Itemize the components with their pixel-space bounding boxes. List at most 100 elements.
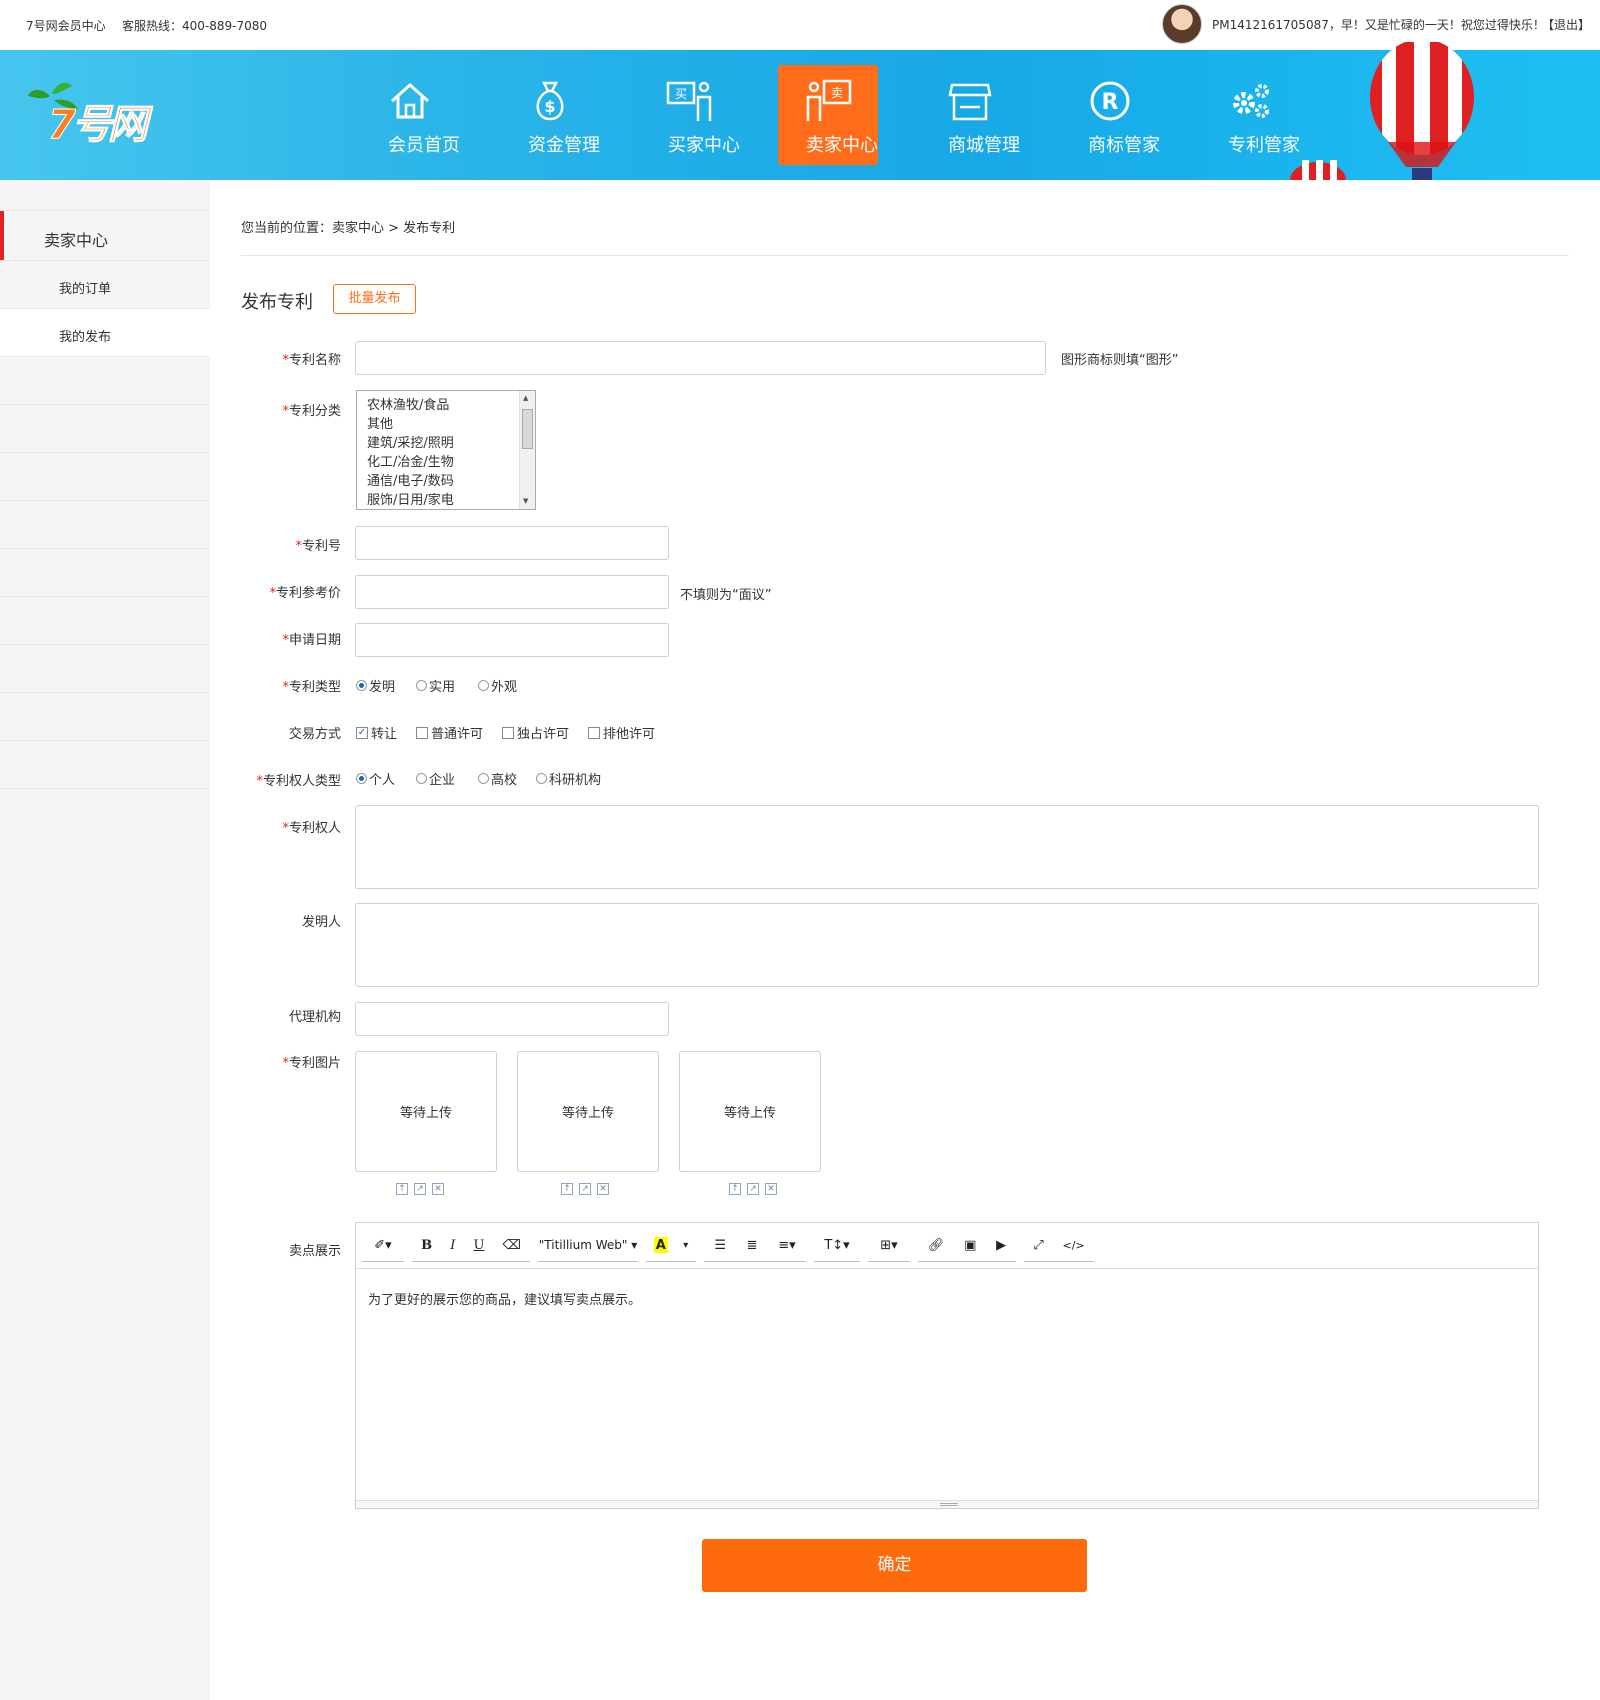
site-logo[interactable]: 7号网 — [28, 78, 188, 148]
checkbox[interactable] — [502, 727, 514, 739]
radio-button[interactable] — [416, 680, 427, 691]
nav-item-member-home[interactable]: 会员首页 — [360, 65, 460, 165]
line-height-icon[interactable]: T↕▾ — [824, 1231, 849, 1259]
checkbox-trade-general-license[interactable]: 普通许可 — [416, 723, 483, 742]
scrollbar-thumb[interactable] — [522, 409, 533, 449]
sidebar-empty-row — [0, 692, 210, 740]
table-icon[interactable]: ⊞▾ — [880, 1231, 897, 1259]
checkbox-trade-transfer[interactable]: ✓转让 — [356, 723, 397, 742]
upload-slot-2-actions: ↑ ↗ ✕ — [561, 1183, 609, 1195]
open-icon[interactable]: ↗ — [579, 1183, 591, 1195]
radio-type-invention[interactable]: 发明 — [356, 676, 395, 695]
sidebar-header[interactable]: 卖家中心 — [0, 210, 210, 260]
radio-owner-research-institute[interactable]: 科研机构 — [536, 769, 601, 788]
image-upload-slot-3[interactable]: 等待上传 — [679, 1051, 821, 1172]
font-family-dropdown[interactable]: "Titillium Web" ▾ — [539, 1231, 638, 1259]
underline-button[interactable]: U — [473, 1231, 484, 1259]
category-option[interactable]: 其他 — [367, 415, 454, 434]
radio-button[interactable] — [478, 773, 489, 784]
fullscreen-icon[interactable]: ⤢ — [1033, 1231, 1043, 1259]
category-options[interactable]: 农林渔牧/食品 其他 建筑/采挖/照明 化工/冶金/生物 通信/电子/数码 服饰… — [367, 396, 454, 510]
italic-button[interactable]: I — [450, 1231, 455, 1259]
open-icon[interactable]: ↗ — [747, 1183, 759, 1195]
align-icon[interactable]: ≡▾ — [778, 1231, 795, 1259]
sidebar-item-my-orders[interactable]: 我的订单 — [0, 260, 210, 308]
category-option[interactable]: 建筑/采挖/照明 — [367, 434, 454, 453]
radio-button[interactable] — [416, 773, 427, 784]
avatar[interactable] — [1162, 4, 1202, 44]
radio-button[interactable] — [478, 680, 489, 691]
listbox-scrollbar[interactable]: ▲ ▼ — [519, 391, 535, 509]
patent-owner-textarea[interactable] — [355, 805, 1539, 889]
magic-wand-icon[interactable]: ✐▾ — [362, 1231, 404, 1259]
editor-resize-bar[interactable] — [356, 1500, 1538, 1508]
application-date-input[interactable] — [355, 623, 669, 657]
bullet-list-icon[interactable]: ☰ — [714, 1231, 726, 1259]
svg-text:卖: 卖 — [831, 86, 843, 100]
store-icon — [946, 77, 994, 125]
category-option[interactable]: 服饰/日用/家电 — [367, 491, 454, 510]
category-option[interactable]: 农林渔牧/食品 — [367, 396, 454, 415]
checkbox[interactable] — [588, 727, 600, 739]
patent-price-input[interactable] — [355, 575, 669, 609]
upload-icon[interactable]: ↑ — [561, 1183, 573, 1195]
code-view-icon[interactable]: </> — [1062, 1231, 1084, 1259]
patent-name-input[interactable] — [355, 341, 1046, 375]
patent-number-input[interactable] — [355, 526, 669, 560]
delete-icon[interactable]: ✕ — [597, 1183, 609, 1195]
logout-link[interactable]: 【退出】 — [1542, 16, 1590, 33]
numbered-list-icon[interactable]: ≣ — [747, 1231, 758, 1259]
batch-publish-button[interactable]: 批量发布 — [333, 284, 416, 314]
scroll-up-arrow-icon[interactable]: ▲ — [523, 394, 528, 402]
toolbar-group-paragraph: ☰ ≣ ≡▾ — [704, 1230, 806, 1262]
image-upload-slot-1[interactable]: 等待上传 — [355, 1051, 497, 1172]
chevron-down-icon[interactable]: ▾ — [683, 1231, 688, 1259]
patent-category-listbox[interactable]: 农林渔牧/食品 其他 建筑/采挖/照明 化工/冶金/生物 通信/电子/数码 服饰… — [356, 390, 536, 510]
upload-icon[interactable]: ↑ — [729, 1183, 741, 1195]
radio-button[interactable] — [356, 773, 367, 784]
hot-air-balloon-icon — [1360, 42, 1490, 182]
inventor-textarea[interactable] — [355, 903, 1539, 987]
resize-handle-icon[interactable] — [940, 1503, 958, 1506]
link-icon[interactable]: 🔗︎ — [928, 1231, 945, 1259]
toolbar-group-table: ⊞▾ — [868, 1230, 910, 1262]
nav-item-funds[interactable]: $ 资金管理 — [500, 65, 600, 165]
radio-button[interactable] — [356, 680, 367, 691]
checkbox-trade-exclusive-license[interactable]: 独占许可 — [502, 723, 569, 742]
video-icon[interactable]: ▶ — [996, 1231, 1006, 1259]
image-upload-slot-2[interactable]: 等待上传 — [517, 1051, 659, 1172]
radio-owner-enterprise[interactable]: 企业 — [416, 769, 455, 788]
bold-button[interactable]: B — [421, 1231, 432, 1259]
nav-item-buyer-center[interactable]: 买 买家中心 — [640, 65, 740, 165]
open-icon[interactable]: ↗ — [414, 1183, 426, 1195]
delete-icon[interactable]: ✕ — [432, 1183, 444, 1195]
sidebar-empty-row — [0, 596, 210, 644]
nav-item-seller-center[interactable]: 卖 卖家中心 — [778, 65, 878, 165]
radio-owner-university[interactable]: 高校 — [478, 769, 517, 788]
checkbox[interactable] — [416, 727, 428, 739]
checkbox-trade-sole-license[interactable]: 排他许可 — [588, 723, 655, 742]
font-color-button[interactable]: A — [654, 1237, 668, 1253]
nav-item-store-manage[interactable]: 商城管理 — [920, 65, 1020, 165]
radio-button[interactable] — [536, 773, 547, 784]
agency-input[interactable] — [355, 1002, 669, 1036]
hotline: 客服热线：400-889-7080 — [122, 17, 267, 34]
image-icon[interactable]: ▣ — [964, 1231, 976, 1259]
category-option[interactable]: 通信/电子/数码 — [367, 472, 454, 491]
upload-icon[interactable]: ↑ — [396, 1183, 408, 1195]
scroll-down-arrow-icon[interactable]: ▼ — [523, 497, 528, 505]
sidebar-item-my-posts[interactable]: 我的发布 — [0, 308, 210, 356]
eraser-icon[interactable]: ⌫ — [503, 1231, 521, 1259]
radio-type-utility[interactable]: 实用 — [416, 676, 455, 695]
checkbox[interactable]: ✓ — [356, 727, 368, 739]
toolbar-group-color: A▾ — [646, 1230, 696, 1262]
radio-type-design[interactable]: 外观 — [478, 676, 517, 695]
toolbar-group-style: ✐▾ — [362, 1230, 404, 1262]
category-option[interactable]: 化工/冶金/生物 — [367, 453, 454, 472]
nav-item-trademark[interactable]: R 商标管家 — [1060, 65, 1160, 165]
editor-content[interactable]: 为了更好的展示您的商品，建议填写卖点展示。 — [368, 1289, 641, 1308]
delete-icon[interactable]: ✕ — [765, 1183, 777, 1195]
submit-button[interactable]: 确定 — [702, 1539, 1087, 1592]
nav-item-patent[interactable]: 专利管家 — [1200, 65, 1300, 165]
radio-owner-individual[interactable]: 个人 — [356, 769, 395, 788]
